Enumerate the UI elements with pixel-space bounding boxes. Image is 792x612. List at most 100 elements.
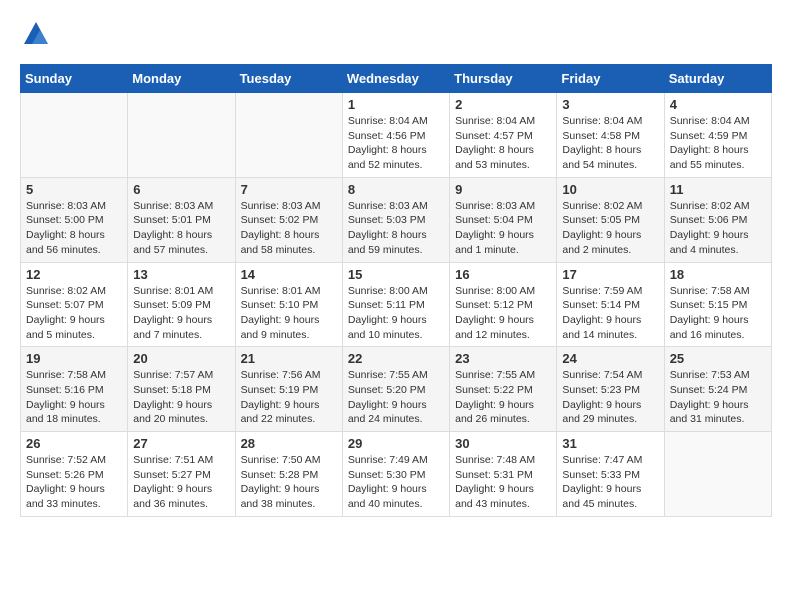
calendar-cell: 22 Sunrise: 7:55 AM Sunset: 5:20 PM Dayli… (342, 347, 449, 432)
calendar-cell: 8Sunrise: 8:03 AM Sunset: 5:03 PM Daylig… (342, 177, 449, 262)
day-info: Sunrise: 7:49 AM Sunset: 5:30 PM Dayligh… (348, 453, 444, 512)
calendar-cell: 3 Sunrise: 8:04 AM Sunset: 4:58 PM Daylig… (557, 93, 664, 178)
calendar-cell: 20 Sunrise: 7:57 AM Sunset: 5:18 PM Dayli… (128, 347, 235, 432)
day-info: Sunrise: 8:01 AM Sunset: 5:09 PM Dayligh… (133, 284, 229, 343)
day-number: 13 (133, 267, 229, 282)
day-number: 25 (670, 351, 766, 366)
day-info: Sunrise: 8:04 AM Sunset: 4:58 PM Dayligh… (562, 114, 658, 173)
day-info: Sunrise: 7:54 AM Sunset: 5:23 PM Dayligh… (562, 368, 658, 427)
weekday-header: Tuesday (235, 65, 342, 93)
calendar-cell (128, 93, 235, 178)
day-info: Sunrise: 8:03 AM Sunset: 5:03 PM Dayligh… (348, 199, 444, 258)
day-number: 24 (562, 351, 658, 366)
calendar-week-row: 19 Sunrise: 7:58 AM Sunset: 5:16 PM Dayli… (21, 347, 772, 432)
day-info: Sunrise: 7:56 AM Sunset: 5:19 PM Dayligh… (241, 368, 337, 427)
day-number: 26 (26, 436, 122, 451)
calendar-cell: 11 Sunrise: 8:02 AM Sunset: 5:06 PM Dayli… (664, 177, 771, 262)
calendar-cell: 13 Sunrise: 8:01 AM Sunset: 5:09 PM Dayli… (128, 262, 235, 347)
day-number: 6 (133, 182, 229, 197)
day-number: 28 (241, 436, 337, 451)
calendar-cell: 9 Sunrise: 8:03 AM Sunset: 5:04 PM Daylig… (450, 177, 557, 262)
logo-icon (22, 20, 50, 48)
calendar-week-row: 5 Sunrise: 8:03 AM Sunset: 5:00 PM Daylig… (21, 177, 772, 262)
calendar-week-row: 1Sunrise: 8:04 AM Sunset: 4:56 PM Daylig… (21, 93, 772, 178)
calendar-cell: 2 Sunrise: 8:04 AM Sunset: 4:57 PM Daylig… (450, 93, 557, 178)
day-info: Sunrise: 8:03 AM Sunset: 5:04 PM Dayligh… (455, 199, 551, 258)
calendar-cell: 31 Sunrise: 7:47 AM Sunset: 5:33 PM Dayli… (557, 432, 664, 517)
day-info: Sunrise: 8:04 AM Sunset: 4:57 PM Dayligh… (455, 114, 551, 173)
day-info: Sunrise: 8:02 AM Sunset: 5:05 PM Dayligh… (562, 199, 658, 258)
day-number: 11 (670, 182, 766, 197)
day-number: 7 (241, 182, 337, 197)
calendar-cell: 27 Sunrise: 7:51 AM Sunset: 5:27 PM Dayli… (128, 432, 235, 517)
calendar-cell: 21 Sunrise: 7:56 AM Sunset: 5:19 PM Dayli… (235, 347, 342, 432)
day-info: Sunrise: 7:55 AM Sunset: 5:20 PM Dayligh… (348, 368, 444, 427)
day-info: Sunrise: 8:04 AM Sunset: 4:56 PM Dayligh… (348, 114, 444, 173)
calendar-cell: 7 Sunrise: 8:03 AM Sunset: 5:02 PM Daylig… (235, 177, 342, 262)
calendar-cell: 10 Sunrise: 8:02 AM Sunset: 5:05 PM Dayli… (557, 177, 664, 262)
day-number: 21 (241, 351, 337, 366)
calendar-cell: 18Sunrise: 7:58 AM Sunset: 5:15 PM Dayli… (664, 262, 771, 347)
calendar-cell: 30 Sunrise: 7:48 AM Sunset: 5:31 PM Dayli… (450, 432, 557, 517)
weekday-header: Sunday (21, 65, 128, 93)
calendar-cell: 1Sunrise: 8:04 AM Sunset: 4:56 PM Daylig… (342, 93, 449, 178)
calendar-header-row: SundayMondayTuesdayWednesdayThursdayFrid… (21, 65, 772, 93)
day-info: Sunrise: 7:55 AM Sunset: 5:22 PM Dayligh… (455, 368, 551, 427)
day-info: Sunrise: 7:47 AM Sunset: 5:33 PM Dayligh… (562, 453, 658, 512)
calendar-cell (664, 432, 771, 517)
day-number: 16 (455, 267, 551, 282)
calendar-cell: 19 Sunrise: 7:58 AM Sunset: 5:16 PM Dayli… (21, 347, 128, 432)
day-number: 31 (562, 436, 658, 451)
day-info: Sunrise: 7:59 AM Sunset: 5:14 PM Dayligh… (562, 284, 658, 343)
day-number: 27 (133, 436, 229, 451)
day-number: 14 (241, 267, 337, 282)
day-number: 9 (455, 182, 551, 197)
day-info: Sunrise: 8:00 AM Sunset: 5:11 PM Dayligh… (348, 284, 444, 343)
day-info: Sunrise: 7:58 AM Sunset: 5:16 PM Dayligh… (26, 368, 122, 427)
calendar-cell: 26 Sunrise: 7:52 AM Sunset: 5:26 PM Dayli… (21, 432, 128, 517)
calendar-cell: 15Sunrise: 8:00 AM Sunset: 5:11 PM Dayli… (342, 262, 449, 347)
calendar-week-row: 26 Sunrise: 7:52 AM Sunset: 5:26 PM Dayli… (21, 432, 772, 517)
day-info: Sunrise: 7:52 AM Sunset: 5:26 PM Dayligh… (26, 453, 122, 512)
calendar-cell: 6 Sunrise: 8:03 AM Sunset: 5:01 PM Daylig… (128, 177, 235, 262)
day-info: Sunrise: 7:57 AM Sunset: 5:18 PM Dayligh… (133, 368, 229, 427)
calendar-cell: 24 Sunrise: 7:54 AM Sunset: 5:23 PM Dayli… (557, 347, 664, 432)
day-info: Sunrise: 8:01 AM Sunset: 5:10 PM Dayligh… (241, 284, 337, 343)
day-info: Sunrise: 7:51 AM Sunset: 5:27 PM Dayligh… (133, 453, 229, 512)
day-number: 20 (133, 351, 229, 366)
day-info: Sunrise: 8:00 AM Sunset: 5:12 PM Dayligh… (455, 284, 551, 343)
weekday-header: Saturday (664, 65, 771, 93)
day-number: 3 (562, 97, 658, 112)
day-info: Sunrise: 8:02 AM Sunset: 5:07 PM Dayligh… (26, 284, 122, 343)
calendar-cell: 12 Sunrise: 8:02 AM Sunset: 5:07 PM Dayli… (21, 262, 128, 347)
day-info: Sunrise: 7:50 AM Sunset: 5:28 PM Dayligh… (241, 453, 337, 512)
day-number: 2 (455, 97, 551, 112)
day-number: 22 (348, 351, 444, 366)
day-number: 4 (670, 97, 766, 112)
calendar-table: SundayMondayTuesdayWednesdayThursdayFrid… (20, 64, 772, 517)
day-number: 30 (455, 436, 551, 451)
calendar-cell: 29Sunrise: 7:49 AM Sunset: 5:30 PM Dayli… (342, 432, 449, 517)
calendar-cell (235, 93, 342, 178)
calendar-cell: 23Sunrise: 7:55 AM Sunset: 5:22 PM Dayli… (450, 347, 557, 432)
day-info: Sunrise: 7:48 AM Sunset: 5:31 PM Dayligh… (455, 453, 551, 512)
day-info: Sunrise: 8:03 AM Sunset: 5:01 PM Dayligh… (133, 199, 229, 258)
calendar-cell (21, 93, 128, 178)
day-info: Sunrise: 8:03 AM Sunset: 5:02 PM Dayligh… (241, 199, 337, 258)
calendar-cell: 16 Sunrise: 8:00 AM Sunset: 5:12 PM Dayli… (450, 262, 557, 347)
day-number: 12 (26, 267, 122, 282)
day-info: Sunrise: 7:53 AM Sunset: 5:24 PM Dayligh… (670, 368, 766, 427)
day-info: Sunrise: 8:03 AM Sunset: 5:00 PM Dayligh… (26, 199, 122, 258)
day-info: Sunrise: 7:58 AM Sunset: 5:15 PM Dayligh… (670, 284, 766, 343)
logo (20, 20, 50, 48)
page-header (20, 20, 772, 48)
day-info: Sunrise: 8:02 AM Sunset: 5:06 PM Dayligh… (670, 199, 766, 258)
day-number: 19 (26, 351, 122, 366)
day-number: 10 (562, 182, 658, 197)
weekday-header: Monday (128, 65, 235, 93)
calendar-cell: 14 Sunrise: 8:01 AM Sunset: 5:10 PM Dayli… (235, 262, 342, 347)
calendar-cell: 5 Sunrise: 8:03 AM Sunset: 5:00 PM Daylig… (21, 177, 128, 262)
day-number: 5 (26, 182, 122, 197)
calendar-cell: 25 Sunrise: 7:53 AM Sunset: 5:24 PM Dayli… (664, 347, 771, 432)
weekday-header: Thursday (450, 65, 557, 93)
